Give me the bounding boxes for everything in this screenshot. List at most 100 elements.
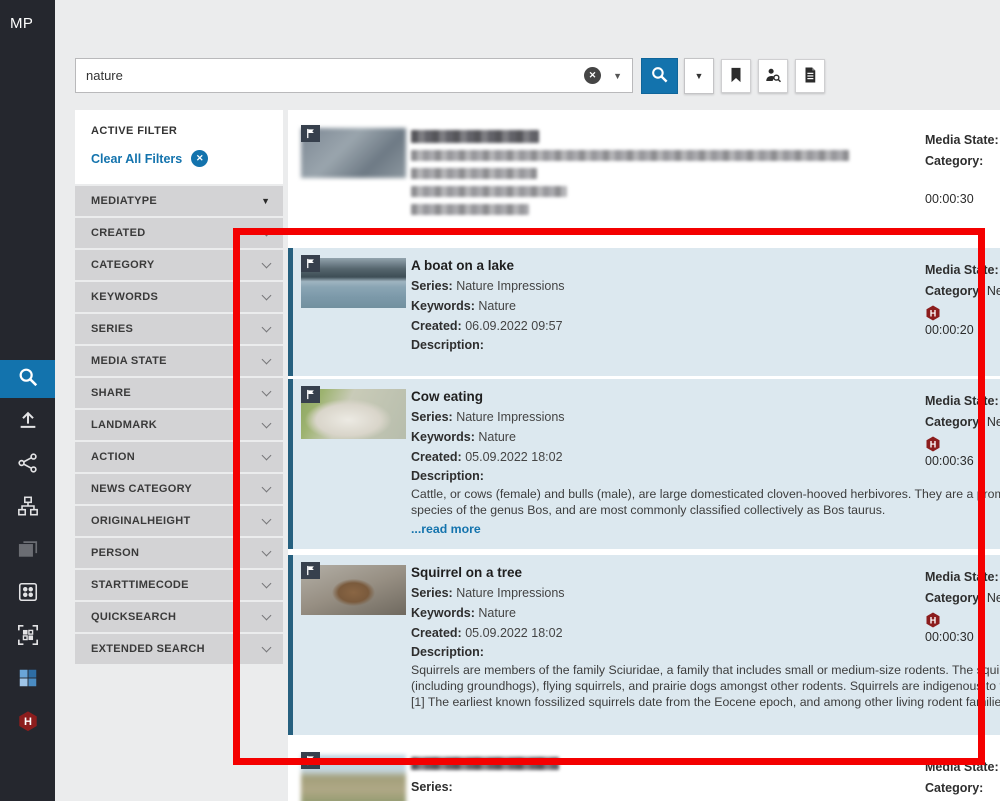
clip-duration: 00:00:20: [925, 323, 1000, 337]
brand-hexagon-icon: H: [925, 305, 941, 321]
document-icon: [801, 66, 819, 87]
video-thumbnail[interactable]: [301, 389, 406, 439]
chevron-down-icon[interactable]: ▼: [613, 71, 622, 81]
result-item-4[interactable]: Squirrel on a tree Series: Nature Impres…: [288, 555, 1000, 735]
video-thumbnail[interactable]: [301, 128, 406, 178]
qr-code-icon: [17, 624, 39, 651]
video-thumbnail[interactable]: [301, 755, 406, 801]
media-state-label: Media State:: [925, 263, 999, 277]
result-meta-right: Media State: Category: Ne H 00:00:36: [925, 391, 1000, 468]
chevron-down-icon: [262, 514, 272, 524]
nav-upload[interactable]: [0, 403, 55, 441]
svg-text:H: H: [930, 616, 937, 626]
chevron-down-icon: [262, 258, 272, 268]
description-label: Description:: [411, 336, 1000, 355]
clip-flag-icon: [301, 125, 320, 142]
result-item-5[interactable]: Series: Keywords: Media State: Category:…: [288, 745, 1000, 801]
filter-group-person[interactable]: PERSON: [75, 538, 283, 568]
redacted-title: [411, 130, 539, 143]
chevron-down-icon: ▼: [261, 196, 270, 206]
app-logo: MP: [0, 0, 55, 32]
filter-group-landmark[interactable]: LANDMARK: [75, 410, 283, 440]
clip-duration: 00:00:30: [925, 192, 1000, 206]
result-item-3[interactable]: Cow eating Series: Nature Impressions Ke…: [288, 379, 1000, 549]
collection-icon: [17, 538, 39, 565]
clip-flag-icon: [301, 752, 320, 769]
app-window: MP: [0, 0, 1000, 801]
share-network-icon: [17, 452, 39, 479]
description-label: Description:: [411, 467, 1000, 486]
category-value: Ne: [987, 415, 1000, 429]
nav-scan[interactable]: [0, 618, 55, 656]
video-thumbnail[interactable]: [301, 258, 406, 308]
nav-workflow[interactable]: [0, 489, 55, 527]
video-thumbnail[interactable]: [301, 565, 406, 615]
filter-group-keywords[interactable]: KEYWORDS: [75, 282, 283, 312]
search-input[interactable]: [76, 59, 584, 92]
chevron-down-icon: [262, 450, 272, 460]
filter-group-action[interactable]: ACTION: [75, 442, 283, 472]
workflow-icon: [17, 495, 39, 522]
keywords-value: Nature: [478, 430, 516, 444]
svg-text:H: H: [24, 716, 32, 728]
nav-apps[interactable]: [0, 575, 55, 613]
category-label: Category:: [925, 781, 983, 795]
clip-flag-icon: [301, 386, 320, 403]
clear-search-icon[interactable]: ✕: [584, 67, 601, 84]
svg-text:H: H: [930, 440, 937, 450]
bookmark-button[interactable]: [721, 59, 751, 93]
filter-group-series[interactable]: SERIES: [75, 314, 283, 344]
created-value: 05.09.2022 18:02: [465, 626, 562, 640]
filter-group-originalheight[interactable]: ORIGINALHEIGHT: [75, 506, 283, 536]
redacted-text: [411, 150, 849, 161]
result-meta-right: Media State: Category: H: [925, 757, 1000, 801]
read-more-link[interactable]: ...read more: [411, 520, 1000, 538]
clear-all-filters[interactable]: Clear All Filters ✕: [91, 150, 267, 167]
series-value: Nature Impressions: [456, 279, 564, 293]
nav-search[interactable]: [0, 360, 55, 398]
media-state-label: Media State:: [925, 760, 999, 774]
filter-group-media-state[interactable]: MEDIA STATE: [75, 346, 283, 376]
filter-group-extended-search[interactable]: EXTENDED SEARCH: [75, 634, 283, 664]
nav-collections[interactable]: [0, 532, 55, 570]
document-button[interactable]: [795, 59, 825, 93]
description-label: Description:: [411, 643, 1000, 662]
filter-group-created[interactable]: CREATED: [75, 218, 283, 248]
bookmark-icon: [727, 66, 745, 87]
series-value: Nature Impressions: [456, 586, 564, 600]
search-icon: [17, 366, 39, 393]
chevron-down-icon: [262, 322, 272, 332]
rail-nav: H: [0, 360, 55, 747]
filter-group-category[interactable]: CATEGORY: [75, 250, 283, 280]
active-filter-box: ACTIVE FILTER Clear All Filters ✕: [75, 110, 283, 184]
result-item-1[interactable]: Media State: Category: 00:00:30: [288, 118, 1000, 234]
filter-group-news-category[interactable]: NEWS CATEGORY: [75, 474, 283, 504]
nav-share[interactable]: [0, 446, 55, 484]
person-search-button[interactable]: [758, 59, 788, 93]
result-title: Squirrel on a tree: [411, 563, 1000, 583]
chevron-down-icon: [262, 546, 272, 556]
result-item-2[interactable]: A boat on a lake Series: Nature Impressi…: [288, 248, 1000, 376]
result-meta-right: Media State: Category: 00:00:30: [925, 130, 1000, 206]
svg-text:H: H: [930, 309, 937, 319]
description-text: [1] The earliest known fossilized squirr…: [411, 694, 1000, 710]
search-input-wrap: ✕ ▼: [75, 58, 633, 93]
description-text: Cattle, or cows (female) and bulls (male…: [411, 486, 1000, 502]
nav-tiles[interactable]: [0, 661, 55, 699]
active-filter-title: ACTIVE FILTER: [91, 125, 267, 137]
nav-brand[interactable]: H: [0, 704, 55, 742]
chevron-down-icon: [262, 418, 272, 428]
series-value: Nature Impressions: [456, 410, 564, 424]
category-value: Ne: [987, 591, 1000, 605]
filter-group-starttimecode[interactable]: STARTTIMECODE: [75, 570, 283, 600]
media-state-label: Media State:: [925, 570, 999, 584]
clip-duration: 00:00:36: [925, 454, 1000, 468]
created-value: 06.09.2022 09:57: [465, 319, 562, 333]
filter-group-share[interactable]: SHARE: [75, 378, 283, 408]
search-button[interactable]: [641, 58, 678, 94]
search-bar: ✕ ▼ ▼: [75, 58, 825, 94]
search-options-button[interactable]: ▼: [684, 58, 714, 94]
filter-group-mediatype[interactable]: MEDIATYPE ▼: [75, 186, 283, 216]
description-text: Squirrels are members of the family Sciu…: [411, 662, 1000, 678]
filter-group-quicksearch[interactable]: QUICKSEARCH: [75, 602, 283, 632]
